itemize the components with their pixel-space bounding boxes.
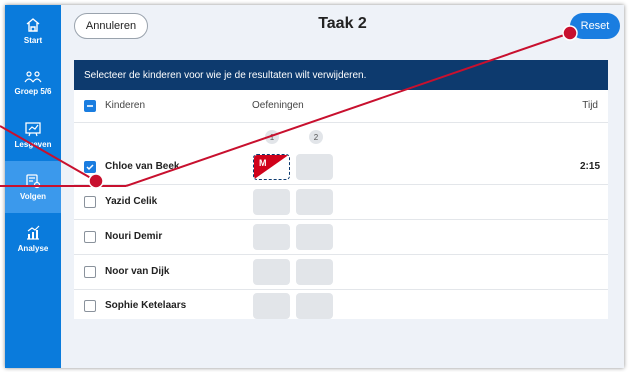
sidebar-item-label: Volgen: [19, 192, 47, 201]
table-row[interactable]: Noor van Dijk: [74, 255, 608, 290]
child-name: Yazid Celik: [105, 196, 158, 207]
sidebar-item-label: Groep 5/6: [14, 87, 52, 96]
sidebar-item-lesgeven[interactable]: Lesgeven: [5, 109, 61, 161]
group-icon: [24, 71, 42, 83]
results-panel: Selecteer de kinderen voor wie je de res…: [74, 60, 608, 319]
exercise-result-cell[interactable]: [253, 259, 290, 285]
sidebar-item-start[interactable]: Start: [5, 5, 61, 57]
exercise-result-cell[interactable]: [253, 293, 290, 319]
exercise-number: 1: [265, 130, 279, 144]
exercise-result-cell[interactable]: [296, 154, 333, 180]
child-name: Sophie Ketelaars: [105, 300, 187, 311]
exercise-number: 2: [309, 130, 323, 144]
table-header: Kinderen Oefeningen Tijd: [74, 90, 608, 123]
row-checkbox[interactable]: [84, 196, 96, 208]
sidebar-item-groep[interactable]: Groep 5/6: [5, 57, 61, 109]
exercise-result-cell[interactable]: [296, 189, 333, 215]
sidebar-item-label: Start: [23, 36, 43, 45]
child-name: Noor van Dijk: [105, 266, 170, 277]
sidebar-item-analyse[interactable]: Analyse: [5, 213, 61, 265]
teach-icon: [25, 122, 41, 137]
exercise-result-cell[interactable]: [296, 293, 333, 319]
row-checkbox[interactable]: [84, 161, 96, 173]
home-icon: [26, 18, 40, 32]
exercise-result-cell[interactable]: [296, 224, 333, 250]
table-row[interactable]: Chloe van Beek M 2:15: [74, 150, 608, 185]
exercise-result-cell[interactable]: [296, 259, 333, 285]
exercise-result-cell[interactable]: M: [253, 154, 290, 180]
row-checkbox[interactable]: [84, 266, 96, 278]
table-row[interactable]: Sophie Ketelaars: [74, 289, 608, 323]
child-name: Nouri Demir: [105, 231, 163, 242]
time-value: 2:15: [579, 161, 600, 172]
instruction-banner: Selecteer de kinderen voor wie je de res…: [74, 60, 608, 90]
column-header-exercises: Oefeningen: [252, 100, 304, 111]
reset-button[interactable]: Reset: [570, 13, 620, 39]
column-header-time: Tijd: [582, 100, 598, 111]
row-checkbox[interactable]: [84, 231, 96, 243]
column-header-children: Kinderen: [105, 100, 146, 111]
sidebar-item-volgen[interactable]: Volgen: [5, 161, 61, 213]
page-title: Taak 2: [318, 15, 367, 32]
result-badge: M: [259, 158, 267, 168]
select-all-checkbox[interactable]: [84, 100, 96, 112]
table-row[interactable]: Yazid Celik: [74, 185, 608, 220]
child-name: Chloe van Beek: [105, 161, 180, 172]
app-window: Start Groep 5/6 Lesgeven Volgen Analyse …: [5, 5, 624, 368]
sidebar: Start Groep 5/6 Lesgeven Volgen Analyse: [5, 5, 61, 368]
table-row[interactable]: Nouri Demir: [74, 220, 608, 255]
checkmark-icon: [86, 164, 94, 171]
follow-icon: [26, 174, 41, 189]
top-bar: Annuleren Taak 2 Reset: [61, 5, 624, 49]
main-content: Annuleren Taak 2 Reset Selecteer de kind…: [61, 5, 624, 368]
sidebar-item-label: Lesgeven: [14, 140, 52, 149]
exercise-result-cell[interactable]: [253, 189, 290, 215]
minus-icon: [87, 105, 93, 107]
analysis-icon: [27, 225, 40, 240]
row-checkbox[interactable]: [84, 300, 96, 312]
exercise-result-cell[interactable]: [253, 224, 290, 250]
sidebar-item-label: Analyse: [17, 244, 49, 253]
